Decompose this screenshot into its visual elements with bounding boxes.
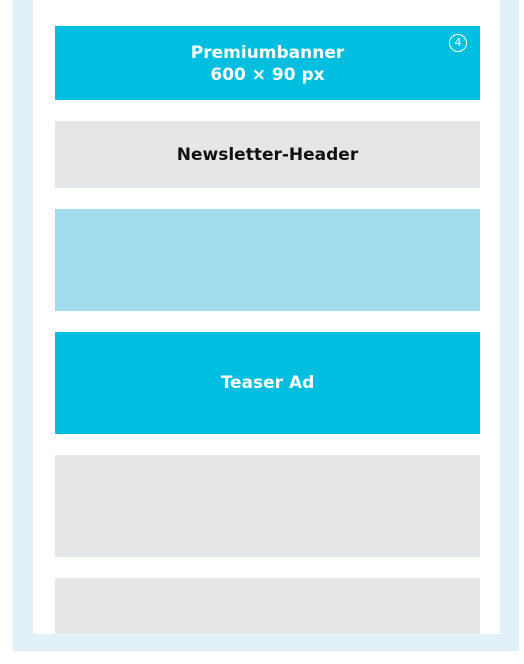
content-block-gray-bottom — [55, 578, 480, 634]
newsletter-header-slot: Newsletter-Header — [55, 121, 480, 188]
teaser-ad-label: Teaser Ad — [220, 373, 315, 393]
content-block-light — [55, 209, 480, 311]
teaser-ad-slot: Teaser Ad — [55, 332, 480, 434]
newsletter-header-label: Newsletter-Header — [176, 144, 359, 165]
content-block-gray — [55, 455, 480, 557]
premium-banner-title: Premiumbanner — [190, 43, 345, 63]
position-marker-icon: 4 — [449, 34, 467, 52]
premium-banner-slot: Premiumbanner 600 × 90 px — [55, 26, 480, 100]
premium-banner-size: 600 × 90 px — [210, 65, 325, 85]
